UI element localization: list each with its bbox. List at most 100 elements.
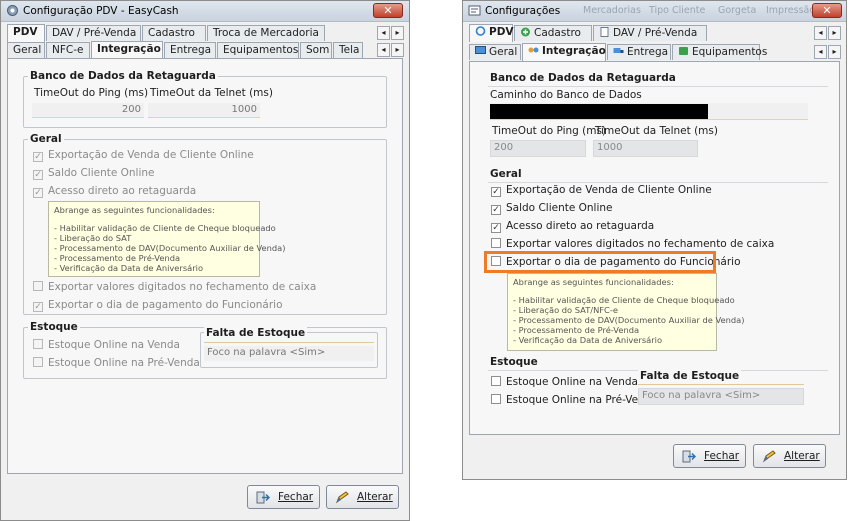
tooltip-heading: Abrange as seguintes funcionalidades: (54, 205, 215, 215)
window-title: Configuração PDV - EasyCash (23, 5, 179, 17)
tab-equipamentos[interactable]: Equipamentos (672, 44, 767, 60)
checkbox-exportar-valores[interactable]: Exportar valores digitados no fechamento… (491, 238, 774, 250)
ping-label: TimeOut do Ping (ms) (34, 87, 149, 99)
fechar-button[interactable]: Fechar (673, 444, 746, 468)
checkbox-checked-icon: ✓ (33, 188, 43, 198)
tab-som[interactable]: Som (300, 42, 332, 58)
close-button[interactable]: ✕ (812, 3, 842, 18)
subtab-scroll-arrows: ◂ ▸ (814, 45, 842, 59)
caminho-label: Caminho do Banco de Dados (490, 89, 642, 101)
alterar-button[interactable]: Alterar (326, 485, 399, 509)
integracao-panel: Banco de Dados da Retaguarda TimeOut do … (7, 58, 403, 474)
tab-equipamentos[interactable]: Equipamentos (217, 42, 299, 58)
tab-scroll-right-icon[interactable]: ▸ (828, 26, 841, 40)
refresh-icon (475, 26, 486, 36)
checkbox-acesso-retaguarda[interactable]: ✓ Acesso direto ao retaguarda (33, 185, 196, 198)
tab-nfce[interactable]: NFC-e (46, 42, 90, 58)
checkbox-estoque-pre-venda[interactable]: Estoque Online na Pré-Venda (33, 357, 200, 369)
ghost-menu-item: Tipo Cliente (649, 5, 706, 16)
checkbox-saldo-cliente[interactable]: ✓ Saldo Cliente Online (33, 167, 155, 180)
subtab-scroll-left-icon[interactable]: ◂ (377, 43, 390, 57)
telnet-input[interactable]: 1000 (593, 140, 698, 157)
gear-icon (7, 5, 18, 16)
subtab-scroll-left-icon[interactable]: ◂ (814, 45, 827, 59)
tab-integracao[interactable]: Integração (522, 43, 606, 61)
checkbox-exportacao-venda[interactable]: ✓ Exportação de Venda de Cliente Online (491, 184, 712, 197)
left-config-window: Configuração PDV - EasyCash ✕ PDV DAV / … (0, 0, 410, 521)
tab-integracao[interactable]: Integração (91, 41, 163, 59)
integracao-panel: Banco de Dados da Retaguarda Caminho do … (469, 61, 840, 435)
window-title: Configurações (485, 5, 561, 17)
checkbox-exportar-valores[interactable]: Exportar valores digitados no fechamento… (33, 281, 316, 293)
tab-tela[interactable]: Tela (333, 42, 363, 58)
highlight-box (484, 251, 716, 273)
checkbox-estoque-pre-venda[interactable]: Estoque Online na Pré-Venda (491, 394, 658, 406)
ghost-menu-item: Mercadorias (583, 5, 641, 16)
tooltip-heading: Abrange as seguintes funcionalidades: (513, 277, 674, 287)
tab-dav-pre-venda[interactable]: DAV / Pré-Venda (593, 25, 707, 41)
checkbox-checked-icon: ✓ (491, 223, 501, 233)
falta-estoque-field[interactable]: Foco na palavra <Sim> (638, 388, 804, 405)
fechar-button[interactable]: Fechar (247, 485, 320, 509)
tooltip-line: - Processamento de DAV(Documento Auxilia… (54, 243, 286, 253)
banco-group-title: Banco de Dados da Retaguarda (28, 70, 218, 82)
checkbox-estoque-venda[interactable]: Estoque Online na Venda (491, 376, 638, 388)
checkbox-saldo-cliente[interactable]: ✓ Saldo Cliente Online (491, 202, 613, 215)
tab-entrega[interactable]: Entrega (607, 44, 671, 60)
tab-entrega[interactable]: Entrega (164, 42, 216, 58)
equipment-icon (679, 47, 688, 55)
left-title-bar: Configuração PDV - EasyCash ✕ (1, 1, 409, 22)
geral-group-title: Geral (28, 133, 64, 145)
checkbox-checked-icon: ✓ (33, 302, 43, 312)
tab-scroll-arrows: ◂ ▸ (377, 26, 405, 40)
exit-door-icon (682, 450, 696, 463)
tab-dav-pre-venda[interactable]: DAV / Pré-Venda (46, 25, 141, 41)
tab-troca-mercadoria[interactable]: Troca de Mercadoria (207, 25, 325, 41)
tab-geral[interactable]: Geral (7, 42, 45, 58)
tooltip-line: - Processamento de Pré-Venda (54, 253, 181, 263)
tab-pdv[interactable]: PDV (7, 24, 45, 42)
checkbox-estoque-venda[interactable]: Estoque Online na Venda (33, 339, 180, 351)
sub-tab-row: Geral Integração Entrega Equipamentos ◂ … (467, 43, 842, 61)
edit-pencil-icon (335, 491, 349, 504)
subtab-scroll-right-icon[interactable]: ▸ (391, 43, 404, 57)
checkbox-exportar-dia-pagamento[interactable]: ✓ Exportar o dia de pagamento do Funcioná… (33, 299, 283, 312)
checkbox-checked-icon: ✓ (491, 205, 501, 215)
monitor-icon (475, 46, 486, 54)
tooltip-funcionalidades: Abrange as seguintes funcionalidades: - … (48, 201, 286, 277)
tooltip-line: - Verificação da Data de Aniversário (54, 263, 204, 273)
right-title-bar: Configurações Mercadorias Tipo Cliente G… (463, 1, 846, 22)
tab-scroll-left-icon[interactable]: ◂ (377, 26, 390, 40)
tab-scroll-left-icon[interactable]: ◂ (814, 26, 827, 40)
tab-cadastro[interactable]: Cadastro (514, 25, 592, 41)
tab-geral[interactable]: Geral (469, 44, 521, 60)
settings-icon (468, 5, 481, 16)
right-config-window: Configurações Mercadorias Tipo Cliente G… (462, 0, 847, 480)
ping-input[interactable]: 200 (32, 103, 144, 118)
tab-pdv[interactable]: PDV (469, 24, 514, 42)
estoque-group-title: Estoque (28, 321, 80, 333)
checkbox-checked-icon: ✓ (33, 152, 43, 162)
ping-input[interactable]: 200 (490, 140, 586, 157)
falta-estoque-field[interactable]: Foco na palavra <Sim> (204, 346, 374, 361)
tab-scroll-arrows: ◂ ▸ (814, 26, 842, 40)
document-icon (600, 27, 609, 37)
telnet-label: TimeOut da Telnet (ms) (150, 87, 273, 99)
checkbox-checked-icon: ✓ (491, 187, 501, 197)
geral-group-title: Geral (488, 168, 524, 180)
tab-scroll-right-icon[interactable]: ▸ (391, 26, 404, 40)
telnet-input[interactable]: 1000 (148, 103, 260, 118)
subtab-scroll-arrows: ◂ ▸ (377, 43, 405, 57)
tooltip-line: - Processamento de DAV(Documento Auxilia… (513, 315, 745, 325)
tooltip-line: - Liberação do SAT (54, 233, 132, 243)
subtab-scroll-right-icon[interactable]: ▸ (828, 45, 841, 59)
ping-label: TimeOut do Ping (ms) (492, 125, 607, 137)
close-button[interactable]: ✕ (373, 3, 403, 18)
add-icon (521, 27, 530, 37)
checkbox-exportacao-venda[interactable]: ✓ Exportação de Venda de Cliente Online (33, 149, 254, 162)
checkbox-acesso-retaguarda[interactable]: ✓ Acesso direto ao retaguarda (491, 220, 654, 233)
alterar-button[interactable]: Alterar (753, 444, 826, 468)
ghost-menu-item: Gorgeta (718, 5, 757, 16)
tab-cadastro[interactable]: Cadastro (142, 25, 206, 41)
delivery-icon (613, 48, 624, 53)
